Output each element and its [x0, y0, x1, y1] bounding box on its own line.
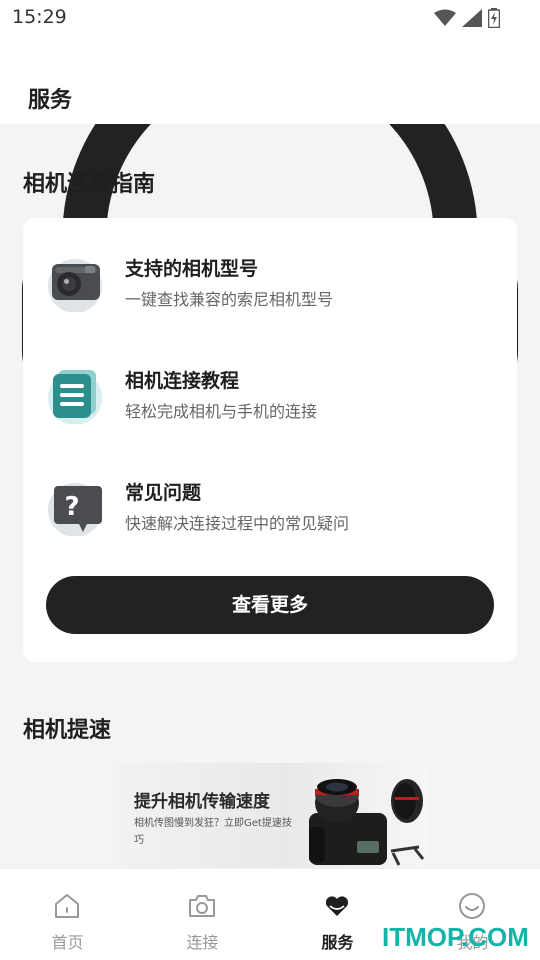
dslr-camera-image: [309, 779, 425, 866]
status-icons: [434, 8, 500, 28]
question-icon: ?: [48, 483, 102, 536]
heart-icon: [325, 896, 349, 916]
page-title: 服务: [28, 88, 73, 113]
guide-section-title: 相机连接指南: [23, 172, 156, 197]
wifi-icon: [434, 9, 456, 26]
battery-icon: [488, 8, 500, 28]
home-icon: [55, 894, 79, 918]
signal-icon: [462, 9, 482, 27]
guide-item-title: 相机连接教程: [125, 370, 240, 392]
page-header: 服务: [0, 36, 540, 124]
watermark: ITMOP.COM: [382, 922, 529, 952]
speedup-banner[interactable]: 提升相机传输速度 相机传图慢到发狂？立即Get提速技巧: [113, 763, 427, 869]
tab-label: 首页: [51, 933, 84, 952]
guide-item-faq[interactable]: ? 常见问题 快速解决连接过程中的常见疑问: [23, 466, 517, 546]
guide-item-title: 常见问题: [125, 482, 202, 504]
tab-label: 连接: [186, 933, 219, 952]
tab-connect[interactable]: 连接: [135, 869, 270, 960]
view-more-button[interactable]: 查看更多: [46, 576, 494, 634]
status-bar: 15:29: [0, 0, 540, 36]
svg-text:?: ?: [64, 492, 79, 522]
guide-item-title: 支持的相机型号: [125, 258, 259, 280]
guide-item-desc: 一键查找兼容的索尼相机型号: [125, 290, 334, 309]
tab-home[interactable]: 首页: [0, 869, 135, 960]
banner-subtitle: 相机传图慢到发狂？立即Get提速技巧: [134, 818, 292, 846]
guide-item-desc: 轻松完成相机与手机的连接: [125, 402, 318, 421]
document-icon: [48, 370, 102, 424]
camera-icon: [189, 895, 215, 917]
banner-title: 提升相机传输速度: [134, 792, 270, 812]
guide-item-desc: 快速解决连接过程中的常见疑问: [125, 514, 350, 533]
smile-icon: [459, 893, 485, 919]
guide-item-tutorial[interactable]: 相机连接教程 轻松完成相机与手机的连接: [23, 354, 517, 434]
camera-icon: [48, 259, 102, 312]
guide-item-camera-models[interactable]: 支持的相机型号 一键查找兼容的索尼相机型号: [23, 242, 517, 322]
status-time: 15:29: [12, 6, 67, 28]
speedup-section-title: 相机提速: [23, 718, 112, 743]
guide-card: 支持的相机型号 一键查找兼容的索尼相机型号 相机连接教程 轻松完成相机与手机的连…: [23, 218, 517, 662]
